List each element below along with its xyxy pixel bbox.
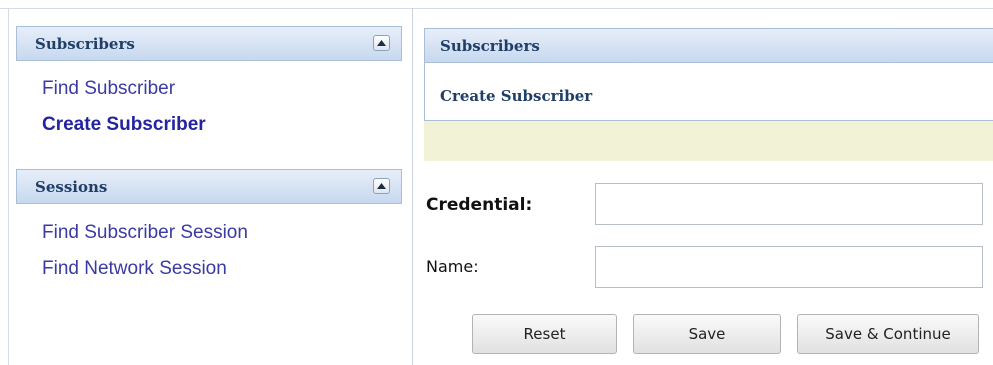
main-header: Subscribers [424, 28, 993, 63]
form-title: Create Subscriber [440, 87, 593, 105]
subscribers-panel-title: Subscribers [35, 35, 135, 53]
subscribers-panel-header[interactable]: Subscribers [16, 26, 402, 61]
name-label: Name: [426, 257, 479, 276]
sidebar-item-create-subscriber[interactable]: Create Subscriber [42, 114, 206, 136]
sidebar-item-find-subscriber-session[interactable]: Find Subscriber Session [42, 222, 248, 244]
subscribers-collapse-button[interactable] [373, 35, 390, 51]
sessions-collapse-button[interactable] [373, 178, 390, 194]
credential-label: Credential: [426, 195, 533, 215]
page-title: Subscribers [440, 37, 540, 55]
save-button[interactable]: Save [633, 314, 781, 354]
reset-button[interactable]: Reset [472, 314, 617, 354]
credential-input[interactable] [595, 183, 983, 225]
name-input[interactable] [595, 246, 983, 288]
sidebar-item-find-network-session[interactable]: Find Network Session [42, 258, 227, 280]
form-subheader: Create Subscriber [424, 63, 993, 121]
sessions-panel-title: Sessions [35, 178, 108, 196]
sidebar-item-find-subscriber[interactable]: Find Subscriber [42, 78, 175, 100]
message-bar [424, 121, 993, 161]
sidebar-divider [412, 8, 413, 365]
sessions-panel-header[interactable]: Sessions [16, 169, 402, 204]
save-continue-button[interactable]: Save & Continue [797, 314, 979, 354]
